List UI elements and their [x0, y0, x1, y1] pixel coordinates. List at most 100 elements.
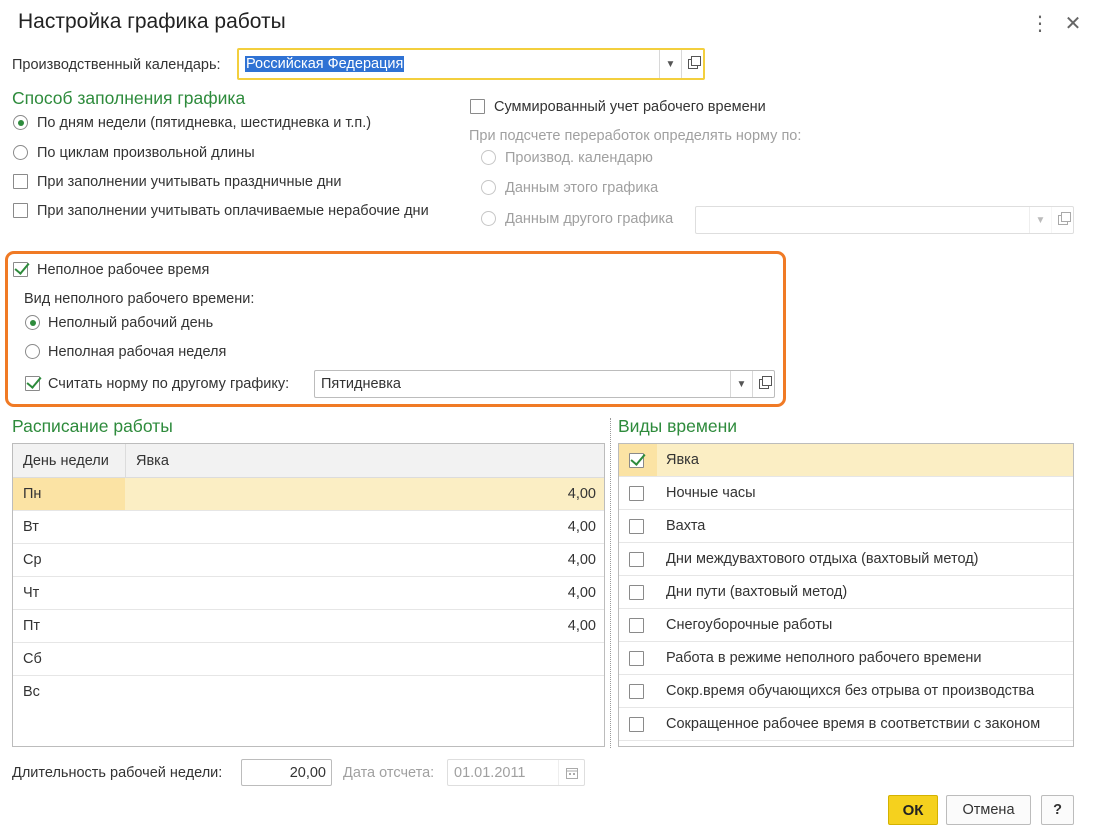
other-schedule-field: ▼ — [695, 206, 1074, 234]
dropdown-arrow-icon[interactable]: ▼ — [730, 371, 752, 397]
list-item-label: Снегоуборочные работы — [666, 617, 833, 633]
list-item-label: Вахта — [666, 518, 706, 534]
table-row[interactable]: Вт 4,00 — [13, 511, 604, 544]
list-item-checkbox[interactable] — [629, 717, 644, 732]
radio-by-weekdays-label[interactable]: По дням недели (пятидневка, шестидневка … — [37, 114, 371, 132]
ref-date-field: 01.01.2011 — [447, 759, 585, 786]
part-time-kind-label: Вид неполного рабочего времени: — [24, 291, 255, 307]
list-item[interactable]: Дни пути (вахтовый метод) — [619, 576, 1073, 609]
radio-by-weekdays[interactable] — [13, 115, 28, 130]
radio-norm-other-label: Данным другого графика — [505, 211, 674, 227]
list-item-checkbox[interactable] — [629, 486, 644, 501]
radio-part-week-label[interactable]: Неполная рабочая неделя — [48, 343, 226, 361]
open-icon — [1051, 207, 1073, 233]
checkbox-paid-nonworking[interactable] — [13, 203, 28, 218]
radio-norm-calendar-label: Производ. календарю — [505, 150, 653, 166]
table-row[interactable]: Ср 4,00 — [13, 544, 604, 577]
row-value: 4,00 — [567, 519, 596, 535]
checkbox-part-time[interactable] — [13, 262, 28, 277]
list-item[interactable]: Сокращенное рабочее время в соответствии… — [619, 708, 1073, 741]
row-day: Пн — [23, 486, 42, 502]
list-item[interactable]: Вахта — [619, 510, 1073, 543]
open-icon[interactable] — [681, 50, 703, 78]
schedule-title: Расписание работы — [12, 416, 173, 436]
radio-norm-other — [481, 211, 496, 226]
table-row[interactable]: Чт 4,00 — [13, 577, 604, 610]
table-row[interactable]: Сб — [13, 643, 604, 676]
radio-norm-calendar — [481, 150, 496, 165]
radio-by-cycles-label[interactable]: По циклам произвольной длины — [37, 144, 255, 162]
list-item-label: Дни междувахтового отдыха (вахтовый мето… — [666, 551, 979, 567]
list-item-label: Дни пути (вахтовый метод) — [666, 584, 848, 600]
radio-part-week[interactable] — [25, 344, 40, 359]
table-row[interactable]: Вс — [13, 676, 604, 709]
norm-schedule-field[interactable]: Пятидневка ▼ — [314, 370, 775, 398]
checkbox-summarized[interactable] — [470, 99, 485, 114]
list-item-checkbox[interactable] — [629, 519, 644, 534]
window-title: Настройка графика работы — [18, 10, 286, 33]
ref-date-label: Дата отсчета: — [343, 765, 435, 781]
panel-splitter[interactable] — [610, 418, 611, 748]
week-length-field[interactable]: 20,00 — [241, 759, 332, 786]
radio-norm-this-label: Данным этого графика — [505, 180, 659, 196]
cancel-button[interactable]: Отмена — [946, 795, 1031, 825]
row-day: Вт — [23, 519, 39, 535]
checkbox-paid-nonworking-label[interactable]: При заполнении учитывать оплачиваемые не… — [37, 202, 429, 220]
list-item-checkbox[interactable] — [629, 552, 644, 567]
row-value: 4,00 — [567, 486, 596, 502]
dropdown-arrow-icon: ▼ — [1029, 207, 1051, 233]
list-item-checkbox[interactable] — [629, 618, 644, 633]
ref-date-value: 01.01.2011 — [454, 764, 526, 781]
checkbox-holidays-label[interactable]: При заполнении учитывать праздничные дни — [37, 173, 342, 191]
schedule-header: День недели Явка — [13, 444, 604, 478]
list-item[interactable]: Ночные часы — [619, 477, 1073, 510]
checkbox-norm-other-label[interactable]: Считать норму по другому графику: — [48, 375, 289, 393]
checkbox-norm-other[interactable] — [25, 376, 40, 391]
row-day: Чт — [23, 585, 40, 601]
time-types-list[interactable]: Явка Ночные часы Вахта Дни междувахтовог… — [618, 443, 1074, 747]
schedule-table[interactable]: День недели Явка Пн 4,00 Вт 4,00 Ср 4,00… — [12, 443, 605, 747]
row-value: 4,00 — [567, 585, 596, 601]
row-value: 4,00 — [567, 618, 596, 634]
list-item[interactable]: Дни междувахтового отдыха (вахтовый мето… — [619, 543, 1073, 576]
calendar-value: Российская Федерация — [245, 56, 405, 72]
calendar-icon — [558, 760, 584, 785]
list-item-checkbox[interactable] — [629, 651, 644, 666]
list-item-checkbox[interactable] — [629, 684, 644, 699]
checkbox-holidays[interactable] — [13, 174, 28, 189]
calendar-label: Производственный календарь: — [12, 57, 221, 73]
ok-button[interactable]: ОК — [888, 795, 938, 825]
norm-by-label: При подсчете переработок определять норм… — [469, 128, 802, 144]
list-item[interactable]: Сокр.время обучающихся без отрыва от про… — [619, 675, 1073, 708]
row-value: 4,00 — [567, 552, 596, 568]
calendar-field[interactable]: Российская Федерация ▼ — [237, 48, 705, 80]
row-day: Ср — [23, 552, 42, 568]
list-item[interactable]: Снегоуборочные работы — [619, 609, 1073, 642]
col-attendance-header[interactable]: Явка — [136, 452, 169, 470]
list-item-label: Сокр.время обучающихся без отрыва от про… — [666, 683, 1035, 699]
row-day: Сб — [23, 651, 42, 667]
list-item-label: Ночные часы — [666, 485, 756, 501]
dropdown-arrow-icon[interactable]: ▼ — [659, 50, 681, 78]
list-item[interactable]: Явка — [619, 444, 1073, 477]
col-day-header[interactable]: День недели — [23, 452, 109, 470]
radio-part-day[interactable] — [25, 315, 40, 330]
close-icon[interactable]: ✕ — [1062, 12, 1084, 36]
help-button[interactable]: ? — [1041, 795, 1074, 825]
more-vertical-icon[interactable]: ⋮ — [1029, 12, 1051, 36]
table-row[interactable]: Пн 4,00 — [13, 478, 604, 511]
table-row[interactable]: Пт 4,00 — [13, 610, 604, 643]
list-item-checkbox[interactable] — [629, 453, 644, 468]
checkbox-summarized-label[interactable]: Суммированный учет рабочего времени — [494, 98, 766, 116]
time-types-title: Виды времени — [618, 416, 738, 436]
list-item-label: Работа в режиме неполного рабочего време… — [666, 650, 982, 666]
radio-by-cycles[interactable] — [13, 145, 28, 160]
fill-method-title: Способ заполнения графика — [12, 88, 246, 108]
radio-part-day-label[interactable]: Неполный рабочий день — [48, 314, 213, 332]
list-item[interactable]: Работа в режиме неполного рабочего време… — [619, 642, 1073, 675]
open-icon[interactable] — [752, 371, 774, 397]
list-item-checkbox[interactable] — [629, 585, 644, 600]
week-length-label: Длительность рабочей недели: — [12, 765, 223, 781]
week-length-value: 20,00 — [289, 764, 326, 781]
checkbox-part-time-label[interactable]: Неполное рабочее время — [37, 261, 209, 279]
